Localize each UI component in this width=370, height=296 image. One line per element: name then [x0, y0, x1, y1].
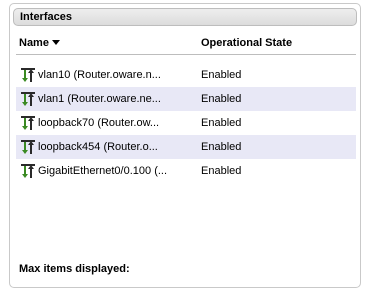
column-header-name-label: Name [19, 37, 49, 49]
network-interface-icon [21, 68, 35, 82]
table-row[interactable]: vlan10 (Router.oware.n... Enabled [16, 63, 356, 87]
interface-name: vlan10 (Router.oware.n... [38, 69, 161, 81]
header-divider [16, 54, 356, 55]
interface-name: loopback454 (Router.o... [38, 141, 158, 153]
column-header-name[interactable]: Name [19, 37, 60, 49]
operational-state: Enabled [201, 141, 242, 153]
interface-name: loopback70 (Router.ow... [38, 117, 160, 129]
operational-state: Enabled [201, 69, 242, 81]
table-row[interactable]: loopback454 (Router.o... Enabled [16, 135, 356, 159]
column-header-operational-state[interactable]: Operational State [201, 37, 292, 49]
network-interface-icon [21, 164, 35, 178]
network-interface-icon [21, 116, 35, 130]
network-interface-icon [21, 92, 35, 106]
column-header-state-label: Operational State [201, 37, 293, 49]
table-row[interactable]: GigabitEthernet0/0.100 (... Enabled [16, 159, 356, 183]
panel-title: Interfaces [20, 11, 72, 23]
table-row[interactable]: vlan1 (Router.oware.ne... Enabled [16, 87, 356, 111]
max-items-label: Max items displayed: [19, 263, 130, 275]
operational-state: Enabled [201, 93, 242, 105]
interfaces-panel: Interfaces Name Operational State vlan10… [9, 3, 361, 288]
operational-state: Enabled [201, 117, 242, 129]
interface-name: GigabitEthernet0/0.100 (... [38, 165, 168, 177]
table-row[interactable]: loopback70 (Router.ow... Enabled [16, 111, 356, 135]
sort-descending-icon[interactable] [51, 37, 60, 49]
operational-state: Enabled [201, 165, 242, 177]
panel-header: Interfaces [13, 8, 357, 26]
network-interface-icon [21, 140, 35, 154]
interface-name: vlan1 (Router.oware.ne... [38, 93, 161, 105]
